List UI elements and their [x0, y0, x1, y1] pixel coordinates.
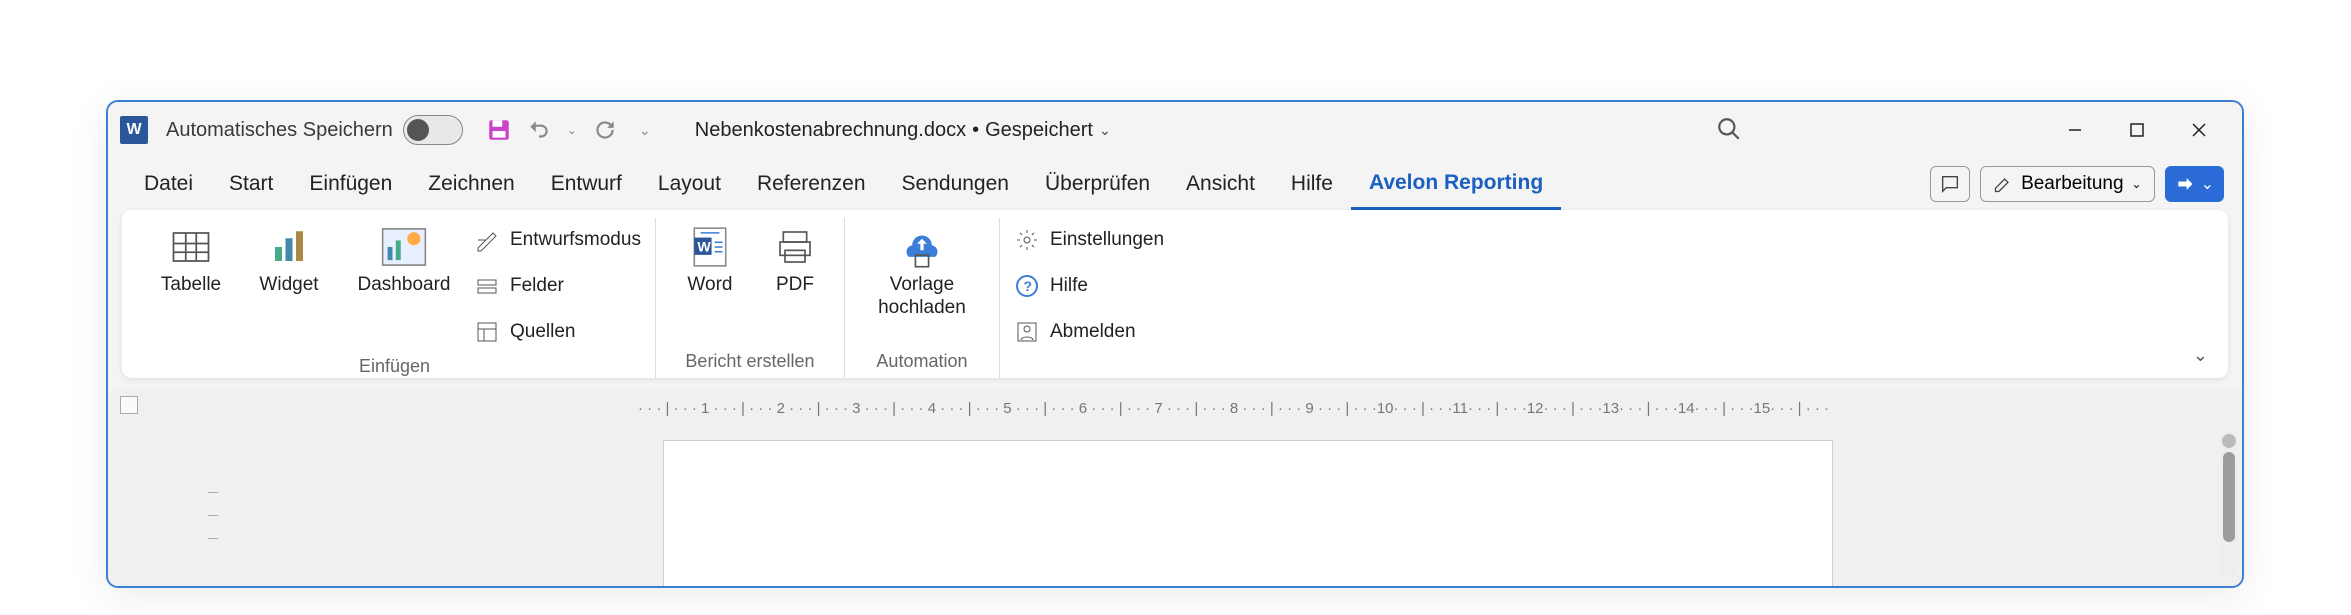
group-label-automation: Automation: [876, 347, 967, 378]
fields-icon: [474, 273, 500, 299]
help-icon: ?: [1014, 273, 1040, 299]
entwurfsmodus-button[interactable]: Entwurfsmodus: [474, 220, 641, 260]
close-icon: [2191, 122, 2207, 138]
design-mode-icon: [474, 227, 500, 253]
svg-text:W: W: [697, 239, 711, 255]
abmelden-button[interactable]: Abmelden: [1014, 312, 1164, 352]
sources-icon: [474, 319, 500, 345]
document-state: Gespeichert: [985, 119, 1093, 142]
editing-mode-button[interactable]: Bearbeitung ⌄: [1980, 166, 2155, 202]
ribbon-group-automation: Vorlage hochladen Automation: [844, 218, 999, 378]
tab-sendungen[interactable]: Sendungen: [884, 158, 1027, 210]
svg-text:?: ?: [1023, 278, 1032, 294]
ribbon-group-misc: Einstellungen ? Hilfe Abmelden: [999, 218, 1178, 378]
tab-hilfe[interactable]: Hilfe: [1273, 158, 1351, 210]
autosave-toggle[interactable]: [403, 115, 463, 145]
tab-avelon-reporting[interactable]: Avelon Reporting: [1351, 158, 1561, 210]
document-title[interactable]: Nebenkostenabrechnung.docx • Gespeichert…: [695, 119, 1111, 142]
redo-button[interactable]: [589, 114, 621, 146]
titlebar: W Automatisches Speichern ⌄ ⌄ Nebenkoste…: [108, 102, 2242, 158]
ribbon-tabs: Datei Start Einfügen Zeichnen Entwurf La…: [108, 158, 2242, 210]
qat-customize-dropdown[interactable]: ⌄: [629, 114, 661, 146]
pencil-icon: [1993, 174, 2013, 194]
save-button[interactable]: [483, 114, 515, 146]
dashboard-icon: [381, 224, 427, 270]
logout-icon: [1014, 319, 1040, 345]
document-name: Nebenkostenabrechnung.docx: [695, 119, 966, 142]
tab-ueberpruefen[interactable]: Überprüfen: [1027, 158, 1168, 210]
tab-entwurf[interactable]: Entwurf: [533, 158, 640, 210]
ruler-corner[interactable]: [120, 396, 138, 414]
ribbon: Tabelle Widget Dashboard: [122, 210, 2228, 378]
tabelle-button[interactable]: Tabelle: [148, 218, 234, 297]
share-icon: [2175, 174, 2195, 194]
document-page[interactable]: [663, 440, 1833, 588]
share-button[interactable]: ⌄: [2165, 166, 2224, 202]
dashboard-button[interactable]: Dashboard: [344, 218, 464, 297]
table-icon: [168, 224, 214, 270]
vertical-scrollbar[interactable]: [2220, 432, 2238, 578]
group-label-bericht: Bericht erstellen: [685, 347, 814, 378]
floppy-disk-icon: [486, 117, 512, 143]
quellen-button[interactable]: Quellen: [474, 312, 641, 352]
vorlage-hochladen-button[interactable]: Vorlage hochladen: [859, 218, 985, 320]
chevron-down-icon: ⌄: [2193, 345, 2208, 365]
tab-referenzen[interactable]: Referenzen: [739, 158, 884, 210]
scrollbar-thumb[interactable]: [2223, 452, 2235, 542]
tab-zeichnen[interactable]: Zeichnen: [410, 158, 532, 210]
einstellungen-button[interactable]: Einstellungen: [1014, 220, 1164, 260]
maximize-icon: [2129, 122, 2145, 138]
repeat-icon: [592, 117, 618, 143]
comment-icon: [1939, 173, 1961, 195]
word-file-icon: W: [687, 224, 733, 270]
cloud-upload-icon: [899, 224, 945, 270]
undo-button[interactable]: [523, 114, 555, 146]
chart-icon: [266, 224, 312, 270]
widget-button[interactable]: Widget: [244, 218, 334, 297]
minimize-button[interactable]: [2044, 110, 2106, 150]
horizontal-ruler[interactable]: · · · | · · · 1 · · · | · · · 2 · · · | …: [638, 394, 2182, 422]
maximize-button[interactable]: [2106, 110, 2168, 150]
undo-icon: [526, 117, 552, 143]
ribbon-group-einfuegen: Tabelle Widget Dashboard: [134, 218, 655, 378]
comments-button[interactable]: [1930, 166, 1970, 202]
undo-dropdown[interactable]: ⌄: [563, 114, 581, 146]
group-label-einfuegen: Einfügen: [359, 352, 430, 383]
chevron-down-icon: ⌄: [2201, 174, 2214, 194]
tab-ansicht[interactable]: Ansicht: [1168, 158, 1273, 210]
einfuegen-stack: Entwurfsmodus Felder Quellen: [474, 218, 641, 352]
ruler-area: · · · | · · · 1 · · · | · · · 2 · · · | …: [108, 390, 2242, 426]
vertical-ruler[interactable]: [208, 470, 224, 588]
tab-start[interactable]: Start: [211, 158, 291, 210]
printer-icon: [772, 224, 818, 270]
felder-button[interactable]: Felder: [474, 266, 641, 306]
minimize-icon: [2067, 122, 2083, 138]
chevron-down-icon: ⌄: [1099, 122, 1111, 139]
app-window: W Automatisches Speichern ⌄ ⌄ Nebenkoste…: [106, 100, 2244, 588]
word-export-button[interactable]: W Word: [670, 218, 750, 297]
collapse-ribbon-button[interactable]: ⌄: [2193, 345, 2208, 366]
pdf-export-button[interactable]: PDF: [760, 218, 830, 297]
tab-layout[interactable]: Layout: [640, 158, 739, 210]
hilfe-button[interactable]: ? Hilfe: [1014, 266, 1164, 306]
tab-einfuegen[interactable]: Einfügen: [291, 158, 410, 210]
chevron-down-icon: ⌄: [2132, 177, 2142, 191]
document-area: [108, 426, 2242, 586]
ribbon-group-bericht: W Word PDF Bericht erstellen: [655, 218, 844, 378]
autosave-label: Automatisches Speichern: [166, 119, 393, 142]
search-icon: [1716, 116, 1742, 142]
editing-mode-label: Bearbeitung: [2021, 173, 2123, 195]
search-button[interactable]: [1716, 116, 1744, 144]
gear-icon: [1014, 227, 1040, 253]
tab-datei[interactable]: Datei: [126, 158, 211, 210]
close-button[interactable]: [2168, 110, 2230, 150]
ruler-ticks: · · · | · · · 1 · · · | · · · 2 · · · | …: [638, 400, 1829, 417]
word-logo-icon: W: [120, 116, 148, 144]
